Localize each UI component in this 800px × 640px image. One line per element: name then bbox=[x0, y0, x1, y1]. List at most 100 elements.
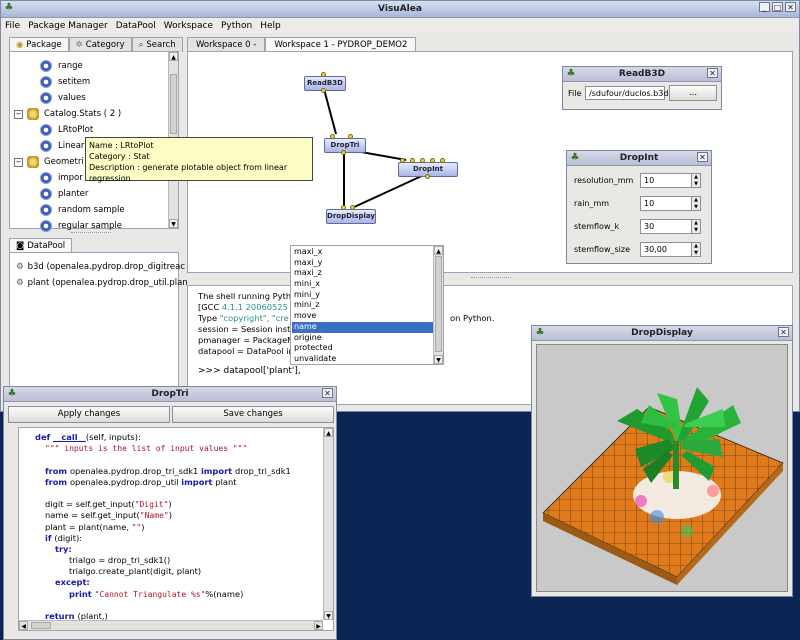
scroll-left-icon[interactable]: ◀ bbox=[19, 621, 28, 630]
code-hscrollbar[interactable]: ◀ ▶ bbox=[19, 620, 323, 630]
port[interactable] bbox=[420, 158, 425, 163]
spin-arrows[interactable]: ▲ ▼ bbox=[692, 242, 701, 257]
close-icon[interactable]: ✕ bbox=[778, 327, 789, 337]
autocomplete-item[interactable]: maxi_z bbox=[292, 268, 434, 279]
tree-node[interactable]: setitem bbox=[14, 74, 168, 90]
minimize-icon[interactable]: _ bbox=[759, 2, 770, 12]
droptri-titlebar[interactable]: ♣ DropTri ✕ bbox=[4, 387, 336, 402]
browse-button[interactable]: ... bbox=[669, 85, 717, 101]
spin-arrows[interactable]: ▲ ▼ bbox=[692, 196, 701, 211]
spin-down-icon[interactable]: ▼ bbox=[692, 249, 700, 256]
tab-category[interactable]: ✲ Category bbox=[68, 37, 132, 52]
tree-node[interactable]: LRtoPlot bbox=[14, 122, 168, 138]
tab-workspace-1[interactable]: Workspace 1 - PYDROP_DEMO2 bbox=[265, 37, 417, 52]
splitter-handle[interactable] bbox=[71, 232, 111, 236]
code-scrollbar[interactable]: ▲ ▼ bbox=[323, 428, 333, 620]
datapool-item[interactable]: ⚙ b3d (openalea.pydrop.drop_digitreac bbox=[16, 259, 185, 275]
splitter-handle[interactable] bbox=[471, 277, 511, 281]
scroll-down-icon[interactable]: ▼ bbox=[169, 219, 178, 228]
spin-down-icon[interactable]: ▼ bbox=[692, 180, 700, 187]
menu-workspace[interactable]: Workspace bbox=[164, 21, 213, 31]
maximize-icon[interactable]: □ bbox=[772, 2, 783, 12]
param-spinbox[interactable]: 30,00 ▲ ▼ bbox=[640, 242, 701, 257]
autocomplete-item[interactable]: origine bbox=[292, 333, 434, 344]
dropint-titlebar[interactable]: ♣ DropInt ✕ bbox=[567, 151, 711, 166]
menu-file[interactable]: File bbox=[5, 21, 20, 31]
tab-workspace-0[interactable]: Workspace 0 - bbox=[187, 37, 266, 52]
menu-python[interactable]: Python bbox=[221, 21, 252, 31]
shell-prompt[interactable]: >>> datapool['plant'], bbox=[198, 366, 301, 376]
tab-search[interactable]: ⌕ Search bbox=[131, 37, 183, 52]
spin-down-icon[interactable]: ▼ bbox=[692, 226, 700, 233]
close-icon[interactable]: ✕ bbox=[785, 2, 796, 12]
scroll-thumb[interactable] bbox=[435, 256, 442, 352]
collapse-icon[interactable]: − bbox=[14, 109, 23, 119]
param-spinbox[interactable]: 30 ▲ ▼ bbox=[640, 219, 701, 234]
autocomplete-item[interactable]: unvalidate bbox=[292, 354, 434, 365]
port[interactable] bbox=[321, 72, 326, 77]
scroll-thumb[interactable] bbox=[31, 622, 51, 629]
readb3d-titlebar[interactable]: ♣ ReadB3D ✕ bbox=[563, 67, 721, 82]
port[interactable] bbox=[348, 134, 353, 139]
port[interactable] bbox=[430, 158, 435, 163]
tab-datapool[interactable]: ◙ DataPool bbox=[9, 238, 73, 253]
spin-down-icon[interactable]: ▼ bbox=[692, 203, 700, 210]
datapool-item[interactable]: ⚙ plant (openalea.pydrop.drop_util.plan bbox=[16, 275, 188, 291]
menu-datapool[interactable]: DataPool bbox=[116, 21, 156, 31]
menu-help[interactable]: Help bbox=[260, 21, 281, 31]
autocomplete-item[interactable]: mini_y bbox=[292, 290, 434, 301]
menu-package-manager[interactable]: Package Manager bbox=[28, 21, 108, 31]
autocomplete-item[interactable]: move bbox=[292, 311, 434, 322]
autocomplete-item[interactable]: name bbox=[292, 321, 434, 333]
param-value[interactable]: 10 bbox=[640, 173, 692, 188]
spin-arrows[interactable]: ▲ ▼ bbox=[692, 173, 701, 188]
spin-arrows[interactable]: ▲ ▼ bbox=[692, 219, 701, 234]
file-path-field[interactable]: /sdufour/duclos.b3d bbox=[585, 86, 668, 100]
tree-node[interactable]: random sample bbox=[14, 202, 168, 218]
autocomplete-item[interactable]: mini_z bbox=[292, 300, 434, 311]
param-value[interactable]: 30 bbox=[640, 219, 692, 234]
port[interactable] bbox=[440, 158, 445, 163]
tab-package[interactable]: ◉ Package bbox=[9, 37, 69, 52]
autocomplete-scrollbar[interactable]: ▲ ▼ bbox=[433, 246, 443, 364]
param-spinbox[interactable]: 10 ▲ ▼ bbox=[640, 173, 701, 188]
autocomplete-item[interactable]: protected bbox=[292, 343, 434, 354]
autocomplete-item[interactable]: maxi_y bbox=[292, 258, 434, 269]
port[interactable] bbox=[410, 158, 415, 163]
scroll-down-icon[interactable]: ▼ bbox=[324, 611, 333, 620]
3d-viewport[interactable] bbox=[536, 344, 788, 592]
param-value[interactable]: 30,00 bbox=[640, 242, 692, 257]
dropdisplay-titlebar[interactable]: ♣ DropDisplay ✕ bbox=[532, 326, 792, 341]
scroll-up-icon[interactable]: ▲ bbox=[324, 428, 333, 437]
param-value[interactable]: 10 bbox=[640, 196, 692, 211]
autocomplete-item[interactable]: mini_x bbox=[292, 279, 434, 290]
scroll-right-icon[interactable]: ▶ bbox=[314, 621, 323, 630]
save-changes-button[interactable]: Save changes bbox=[172, 406, 334, 423]
scroll-down-icon[interactable]: ▼ bbox=[434, 355, 443, 364]
tree-node[interactable]: values bbox=[14, 90, 168, 106]
autocomplete-item[interactable]: maxi_x bbox=[292, 247, 434, 258]
tree-node[interactable]: planter bbox=[14, 186, 168, 202]
collapse-icon[interactable]: − bbox=[14, 157, 23, 167]
param-spinbox[interactable]: 10 ▲ ▼ bbox=[640, 196, 701, 211]
port[interactable] bbox=[400, 158, 405, 163]
tree-node[interactable]: range bbox=[14, 58, 168, 74]
port[interactable] bbox=[425, 174, 430, 179]
scroll-thumb[interactable] bbox=[170, 74, 177, 134]
code-editor[interactable]: def __call__(self, inputs): """ inputs is… bbox=[18, 427, 334, 631]
close-icon[interactable]: ✕ bbox=[697, 152, 708, 162]
port[interactable] bbox=[321, 88, 326, 93]
autocomplete-list[interactable]: maxi_x maxi_y maxi_z mini_x mini_y mini_z move… bbox=[290, 245, 444, 365]
close-icon[interactable]: ✕ bbox=[322, 388, 333, 398]
tree-package[interactable]: − Catalog.Stats ( 2 ) bbox=[14, 106, 168, 122]
scroll-up-icon[interactable]: ▲ bbox=[434, 246, 443, 255]
apply-changes-button[interactable]: Apply changes bbox=[8, 406, 170, 423]
port[interactable] bbox=[341, 205, 346, 210]
scroll-up-icon[interactable]: ▲ bbox=[169, 52, 178, 61]
port[interactable] bbox=[350, 205, 355, 210]
close-icon[interactable]: ✕ bbox=[707, 68, 718, 78]
port[interactable] bbox=[341, 150, 346, 155]
port[interactable] bbox=[330, 134, 335, 139]
node-dropdisplay[interactable]: DropDisplay bbox=[326, 209, 376, 224]
main-titlebar[interactable]: ♣ VisuAlea _ □ ✕ bbox=[1, 1, 799, 18]
